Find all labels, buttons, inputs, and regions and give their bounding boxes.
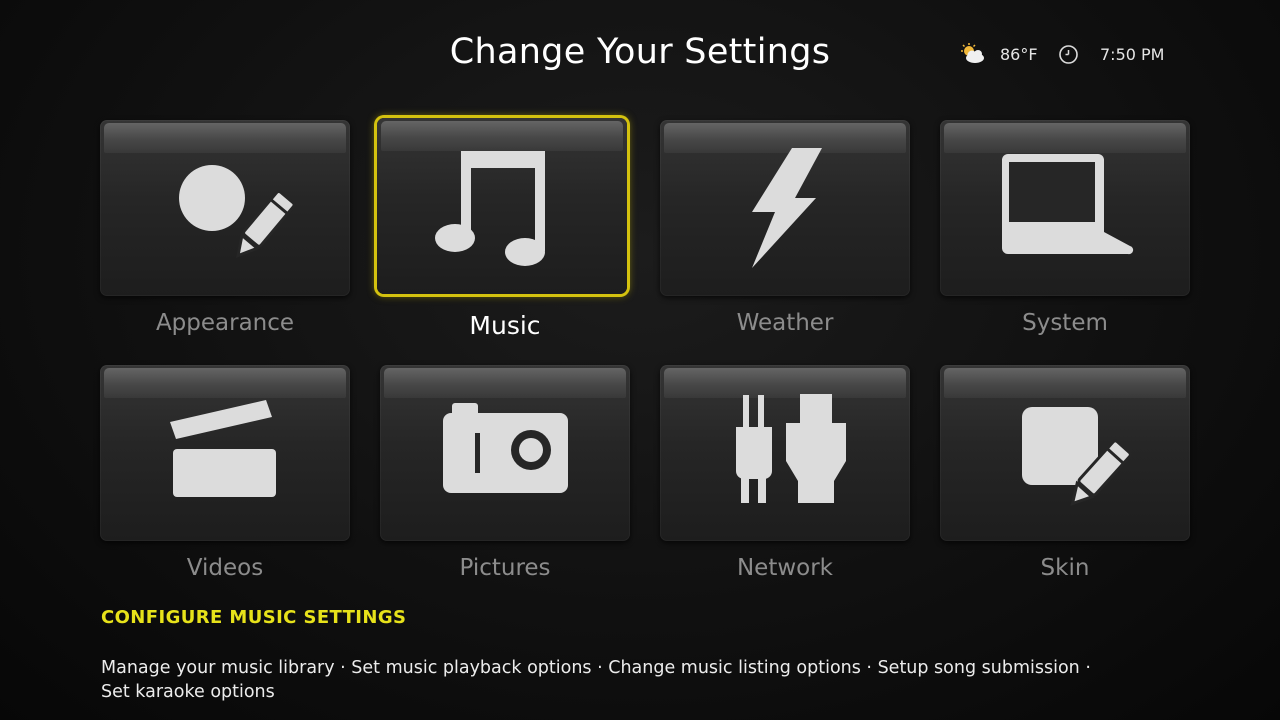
paintbrush-icon [179,165,296,258]
partly-cloudy-icon [961,43,984,63]
tile-videos[interactable] [100,365,350,541]
tile-label-videos: Videos [186,555,264,581]
tile-label-music: Music [469,311,541,340]
clock-icon [1059,45,1078,64]
tile-weather[interactable] [660,120,910,296]
clock-time: 7:50 PM [1100,45,1165,64]
tile-label-appearance: Appearance [155,310,295,336]
tile-music[interactable] [377,118,627,294]
tile-pictures[interactable] [380,365,630,541]
tile-label-system: System [1022,310,1108,336]
clapperboard-icon [170,400,276,497]
status-bar: 86°F 7:50 PM [960,42,1180,68]
temperature: 86°F [1000,45,1038,64]
tile-label-skin: Skin [1040,555,1090,581]
plug-icon [736,394,846,503]
camera-icon [443,403,568,493]
settings-screen: Change Your Settings 86°F 7:50 PM Appear… [0,0,1280,720]
tile-label-network: Network [736,555,834,581]
tile-system[interactable] [940,120,1190,296]
tile-network[interactable] [660,365,910,541]
tile-appearance[interactable] [100,120,350,296]
tile-skin[interactable] [940,365,1190,541]
skin-edit-icon [1022,407,1132,506]
music-note-icon [435,151,545,266]
description-line: Manage your music library · Set music pl… [101,658,1091,678]
description-line: Set karaoke options [101,682,275,702]
tile-label-pictures: Pictures [459,555,551,581]
tile-label-weather: Weather [736,310,834,336]
section-description: Manage your music library · Set music pl… [101,656,1181,704]
lightning-icon [752,148,822,268]
computer-icon [1002,154,1134,255]
section-heading: CONFIGURE MUSIC SETTINGS [101,607,407,628]
